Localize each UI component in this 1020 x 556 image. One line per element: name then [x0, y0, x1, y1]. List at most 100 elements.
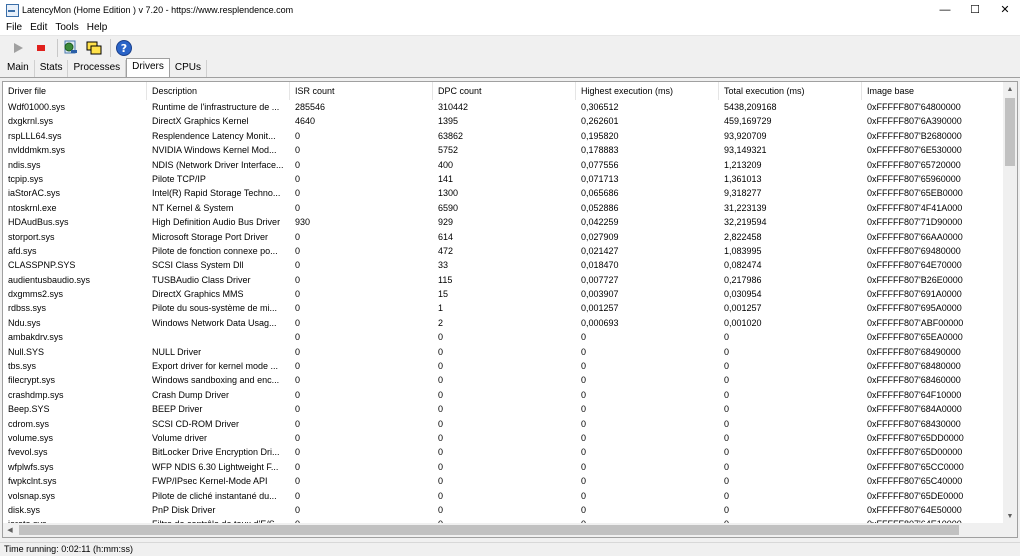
table-row[interactable]: tbs.sys Export driver for kernel mode ...… — [3, 359, 1005, 373]
table-cell: wfplwfs.sys — [8, 461, 54, 472]
table-cell: 2,822458 — [724, 231, 762, 242]
table-row[interactable]: ambakdrv.sys 0 0 0 0 0xFFFFF807'65EA0000 — [3, 330, 1005, 344]
toolbar: ? — [0, 37, 1020, 59]
table-row[interactable]: cdrom.sys SCSI CD-ROM Driver 0 0 0 0 0xFFFFF80… — [3, 417, 1005, 431]
table-cell: Crash Dump Driver — [152, 389, 230, 400]
scroll-left-arrow-icon[interactable]: ◀ — [3, 523, 17, 537]
table-cell: 0xFFFFF807'68460000 — [867, 375, 961, 386]
table-row[interactable]: filecrypt.sys Windows sandboxing and enc.… — [3, 373, 1005, 387]
start-button[interactable] — [8, 38, 28, 58]
table-cell: 0,195820 — [581, 130, 619, 141]
table-cell: CLASSPNP.SYS — [8, 260, 76, 271]
table-cell: 0 — [295, 332, 301, 343]
table-row[interactable]: afd.sys Pilote de fonction connexe po... 0… — [3, 244, 1005, 258]
table-row[interactable]: ntoskrnl.exe NT Kernel & System 0 6590 0,052… — [3, 201, 1005, 215]
column-header[interactable]: Total execution (ms) — [719, 82, 862, 100]
table-row[interactable]: HDAudBus.sys High Definition Audio Bus Dr… — [3, 215, 1005, 229]
tab-drivers[interactable]: Drivers — [126, 58, 170, 77]
table-row[interactable]: rspLLL64.sys Resplendence Latency Monit..… — [3, 129, 1005, 143]
table-cell: 0 — [581, 432, 587, 443]
table-cell: 115 — [438, 274, 453, 285]
table-row[interactable]: dxgmms2.sys DirectX Graphics MMS 0 15 0,0039… — [3, 287, 1005, 301]
report-button[interactable] — [61, 38, 81, 58]
column-header[interactable]: Highest execution (ms) — [576, 82, 719, 100]
vertical-scroll-thumb[interactable] — [1005, 98, 1015, 166]
tab-main[interactable]: Main — [2, 60, 35, 77]
table-cell: SCSI CD-ROM Driver — [152, 418, 239, 429]
table-cell: 0,071713 — [581, 173, 619, 184]
table-row[interactable]: Wdf01000.sys Runtime de l'infrastructure … — [3, 100, 1005, 114]
table-cell: 0 — [581, 346, 587, 357]
tab-stats[interactable]: Stats — [34, 60, 69, 77]
table-cell: storport.sys — [8, 231, 55, 242]
table-cell: rdbss.sys — [8, 303, 47, 314]
menu-tools[interactable]: Tools — [51, 22, 82, 33]
table-row[interactable]: tcpip.sys Pilote TCP/IP 0 141 0,071713 1,3610… — [3, 172, 1005, 186]
table-row[interactable]: audientusbaudio.sys TUSBAudio Class Drive… — [3, 273, 1005, 287]
table-cell: NDIS (Network Driver Interface... — [152, 159, 284, 170]
toolbar-separator — [57, 39, 58, 57]
menu-help[interactable]: Help — [83, 22, 112, 33]
table-row[interactable]: rdbss.sys Pilote du sous-système de mi...… — [3, 301, 1005, 315]
stop-button[interactable] — [31, 38, 51, 58]
table-cell: nvlddmkm.sys — [8, 145, 66, 156]
table-row[interactable]: wfplwfs.sys WFP NDIS 6.30 Lightweight F..… — [3, 460, 1005, 474]
table-cell: audientusbaudio.sys — [8, 274, 91, 285]
table-cell: 0xFFFFF807'69480000 — [867, 245, 961, 256]
table-row[interactable]: iaStorAC.sys Intel(R) Rapid Storage Techn… — [3, 186, 1005, 200]
table-row[interactable]: nvlddmkm.sys NVIDIA Windows Kernel Mod...… — [3, 143, 1005, 157]
table-cell: 0 — [581, 490, 587, 501]
table-cell: 0 — [295, 476, 301, 487]
table-row[interactable]: Null.SYS NULL Driver 0 0 0 0 0xFFFFF807'684900… — [3, 345, 1005, 359]
vertical-scrollbar[interactable]: ▲ ▼ — [1003, 82, 1017, 523]
table-row[interactable]: ndis.sys NDIS (Network Driver Interface..… — [3, 158, 1005, 172]
horizontal-scroll-thumb[interactable] — [19, 525, 959, 535]
close-button[interactable]: ✕ — [990, 0, 1020, 19]
column-header[interactable]: Image base — [862, 82, 1005, 100]
column-header[interactable]: Driver file — [3, 82, 147, 100]
table-row[interactable]: dxgkrnl.sys DirectX Graphics Kernel 4640 13… — [3, 114, 1005, 128]
status-bar: Time running: 0:02:11 (h:mm:ss) — [0, 542, 1020, 556]
table-row[interactable]: fvevol.sys BitLocker Drive Encryption Dri… — [3, 445, 1005, 459]
scroll-up-arrow-icon[interactable]: ▲ — [1003, 82, 1017, 96]
table-cell: 0 — [724, 389, 730, 400]
table-cell: iaStorAC.sys — [8, 188, 61, 199]
column-header[interactable]: Description — [147, 82, 290, 100]
menu-edit[interactable]: Edit — [26, 22, 51, 33]
table-row[interactable]: crashdmp.sys Crash Dump Driver 0 0 0 0 0xFFFFF… — [3, 388, 1005, 402]
table-header: Driver file Description ISR count DPC count… — [3, 82, 1005, 100]
tab-processes[interactable]: Processes — [68, 60, 127, 77]
table-cell: 0 — [295, 130, 301, 141]
tab-cpus[interactable]: CPUs — [169, 60, 207, 77]
table-row[interactable]: fwpkclnt.sys FWP/IPsec Kernel-Mode API 0 0 0… — [3, 474, 1005, 488]
column-header[interactable]: DPC count — [433, 82, 576, 100]
table-cell: 0xFFFFF807'ABF00000 — [867, 317, 964, 328]
table-row[interactable]: CLASSPNP.SYS SCSI Class System Dll 0 33 0,01… — [3, 258, 1005, 272]
minimize-button[interactable]: — — [930, 0, 960, 19]
scroll-down-arrow-icon[interactable]: ▼ — [1003, 509, 1017, 523]
table-cell: crashdmp.sys — [8, 389, 64, 400]
table-cell: High Definition Audio Bus Driver — [152, 217, 281, 228]
table-cell: 0xFFFFF807'68480000 — [867, 361, 961, 372]
table-cell: 0 — [724, 418, 730, 429]
table-row[interactable]: disk.sys PnP Disk Driver 0 0 0 0 0xFFFFF807'64… — [3, 503, 1005, 517]
table-cell: fwpkclnt.sys — [8, 476, 57, 487]
table-row[interactable]: volume.sys Volume driver 0 0 0 0 0xFFFFF807'65… — [3, 431, 1005, 445]
windows-button[interactable] — [84, 38, 104, 58]
table-cell: 0,306512 — [581, 102, 619, 112]
menu-file[interactable]: File — [2, 22, 26, 33]
table-row[interactable]: storport.sys Microsoft Storage Port Drive… — [3, 230, 1005, 244]
column-header[interactable]: ISR count — [290, 82, 433, 100]
table-row[interactable]: volsnap.sys Pilote de cliché instantané d… — [3, 489, 1005, 503]
table-row[interactable]: Beep.SYS BEEP Driver 0 0 0 0 0xFFFFF807'684A00… — [3, 402, 1005, 416]
maximize-button[interactable]: ☐ — [960, 0, 990, 19]
help-button[interactable]: ? — [114, 38, 134, 58]
table-cell: 0 — [295, 274, 301, 285]
horizontal-scrollbar[interactable]: ◀ ▶ — [3, 523, 1017, 537]
table-cell: 0 — [581, 447, 587, 458]
table-cell: Beep.SYS — [8, 404, 50, 415]
table-cell: 0 — [581, 404, 587, 415]
table-cell: 0 — [438, 375, 444, 386]
table-row[interactable]: Ndu.sys Windows Network Data Usag... 0 2 0,0… — [3, 316, 1005, 330]
table-cell: 400 — [438, 159, 454, 170]
